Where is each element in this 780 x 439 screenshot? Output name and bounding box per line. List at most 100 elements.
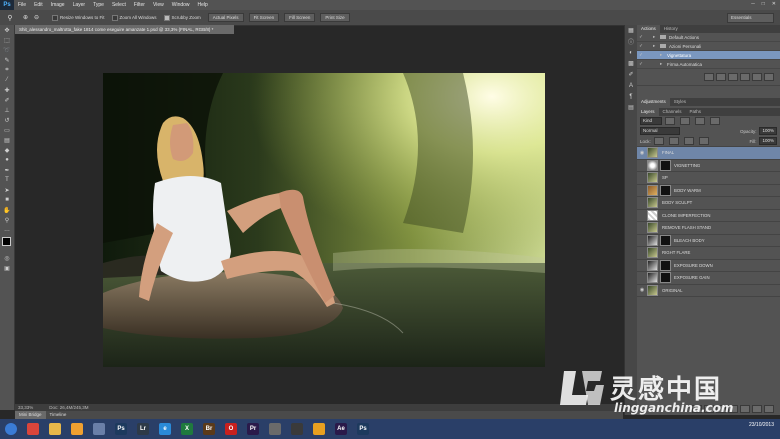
opera-taskbar-button[interactable]: O [221,420,241,438]
new-set-button[interactable] [740,73,750,81]
healing-brush-tool-icon[interactable]: ✚ [0,85,14,95]
filter-type-icon[interactable] [695,117,705,125]
zoom-tool-icon[interactable]: ⚲ [0,14,20,22]
layer-row[interactable]: EXPOSURE DOWN [637,259,780,272]
after-effects-taskbar-button[interactable]: Ae [331,420,351,438]
apps-grid-taskbar-button[interactable] [89,420,109,438]
media-player-taskbar-button[interactable] [67,420,87,438]
character-panel-icon[interactable]: A [625,80,637,91]
stop-action-button[interactable] [704,73,714,81]
menu-filter[interactable]: Filter [134,2,145,8]
brush-tool-icon[interactable]: ✐ [0,95,14,105]
action-toggle-check-icon[interactable]: ✓ [637,43,645,49]
marquee-tool-icon[interactable]: ⬚ [0,35,14,45]
expand-triangle-icon[interactable]: ▸ [660,52,667,58]
camera-app-taskbar-button[interactable] [287,420,307,438]
maximize-icon[interactable]: □ [762,1,765,7]
info-panel-icon[interactable]: ⓘ [625,36,637,47]
layer-row[interactable]: EXPOSURE GAIN [637,272,780,285]
tab-timeline[interactable]: Timeline [46,411,71,419]
quick-select-tool-icon[interactable]: ✎ [0,55,14,65]
layer-mask-thumbnail[interactable] [660,234,671,246]
action-toggle-check-icon[interactable]: ✓ [637,34,645,40]
filter-pixel-icon[interactable] [665,117,675,125]
action-row[interactable]: ✓ ▸ Firma Automatica [637,60,780,69]
action-row[interactable]: ✓ ▸ Azioni Personali [637,42,780,51]
layer-mask-thumbnail[interactable] [660,259,671,271]
history-brush-tool-icon[interactable]: ↺ [0,115,14,125]
menu-window[interactable]: Window [172,2,190,8]
tab-mini-bridge[interactable]: Mini Bridge [15,411,46,419]
zoom-level[interactable]: 33,33% [15,404,48,411]
crop-tool-icon[interactable]: ⌗ [0,65,14,75]
resize-windows-checkbox[interactable]: Resize Windows to Fit [52,14,105,21]
document-info[interactable]: Doc: 26,4M/245,3M [49,405,88,410]
clone-stamp-tool-icon[interactable]: ⊥ [0,105,14,115]
actual-pixels-button[interactable]: Actual Pixels [207,13,244,22]
hand-tool-icon[interactable]: ✋ [0,205,14,215]
action-row[interactable]: ✓ ▸ Default Actions [637,33,780,42]
menu-image[interactable]: Image [51,2,65,8]
lock-position-icon[interactable] [683,137,694,145]
blur-tool-icon[interactable]: ◆ [0,145,14,155]
eye-visible-icon[interactable]: ◉ [637,287,647,293]
document-tab[interactable]: Shit_alessandro_maltrotta_fake 1814 come… [15,25,234,34]
layer-row[interactable]: VIGNETTING [637,159,780,172]
chrome-taskbar-button[interactable] [23,420,43,438]
shape-tool-icon[interactable]: ■ [0,195,14,205]
lock-all-icon[interactable] [698,137,709,145]
tab-layers[interactable]: Layers [637,108,659,116]
premiere-taskbar-button[interactable]: Pr [243,420,263,438]
screen-mode-icon[interactable]: ▣ [0,263,14,273]
layer-mask-thumbnail[interactable] [660,272,671,284]
opacity-field[interactable]: 100% [759,127,777,135]
layer-row[interactable]: REMOVE FLASH STAND [637,222,780,235]
workspace-select[interactable]: Essentials [727,13,774,23]
tab-channels[interactable]: Channels [659,108,686,116]
eraser-tool-icon[interactable]: ▭ [0,125,14,135]
internet-explorer-taskbar-button[interactable]: e [155,420,175,438]
layer-row[interactable]: BLEACH BODY [637,234,780,247]
close-icon[interactable]: ✕ [772,1,776,7]
eye-visible-icon[interactable]: ◉ [637,150,647,156]
tab-styles[interactable]: Styles [670,98,690,106]
menu-file[interactable]: File [18,2,26,8]
zoom-tool-icon-side[interactable]: ⚲ [0,215,14,225]
film-taskbar-button[interactable] [265,420,285,438]
properties-panel-icon[interactable]: ▤ [625,102,637,113]
photoshop-taskbar-button[interactable]: Ps [111,420,131,438]
layer-row[interactable]: ◉ FINAL [637,147,780,160]
start-orb-taskbar-button[interactable] [1,420,21,438]
fill-screen-button[interactable]: Fill Screen [284,13,316,22]
photo-canvas[interactable] [103,73,545,367]
play-action-button[interactable] [728,73,738,81]
minimize-icon[interactable]: ─ [751,1,755,7]
gradient-tool-icon[interactable]: ▤ [0,135,14,145]
brush-panel-icon[interactable]: ✐ [625,69,637,80]
zoom-all-windows-checkbox[interactable]: Zoom All Windows [111,14,157,21]
layer-row[interactable]: RIGHT FLARE [637,247,780,260]
type-tool-icon[interactable]: T [0,175,14,185]
more-tools-icon[interactable]: … [0,225,14,235]
menu-select[interactable]: Select [112,2,126,8]
photoshop-active-taskbar-button[interactable]: Ps [353,420,373,438]
layer-row[interactable]: CLONE IMPERFECTION [637,209,780,222]
layer-row[interactable]: SP [637,172,780,185]
fill-field[interactable]: 100% [759,137,777,145]
fit-screen-button[interactable]: Fit Screen [248,13,280,22]
lasso-tool-icon[interactable]: ➰ [0,45,14,55]
bridge-taskbar-button[interactable]: Br [199,420,219,438]
record-action-button[interactable] [716,73,726,81]
lightroom-taskbar-button[interactable]: Lr [133,420,153,438]
new-action-button[interactable] [752,73,762,81]
layer-row[interactable]: BODY WARM [637,184,780,197]
pen-tool-icon[interactable]: ✒ [0,165,14,175]
action-toggle-check-icon[interactable]: ✓ [637,61,645,67]
path-selection-tool-icon[interactable]: ➤ [0,185,14,195]
menu-view[interactable]: View [153,2,164,8]
tab-history[interactable]: History [660,25,682,33]
system-clock[interactable]: 23/10/2013 [749,422,774,428]
explorer-folder-taskbar-button[interactable] [45,420,65,438]
color-swatches[interactable] [0,235,14,253]
dodge-tool-icon[interactable]: ● [0,155,14,165]
